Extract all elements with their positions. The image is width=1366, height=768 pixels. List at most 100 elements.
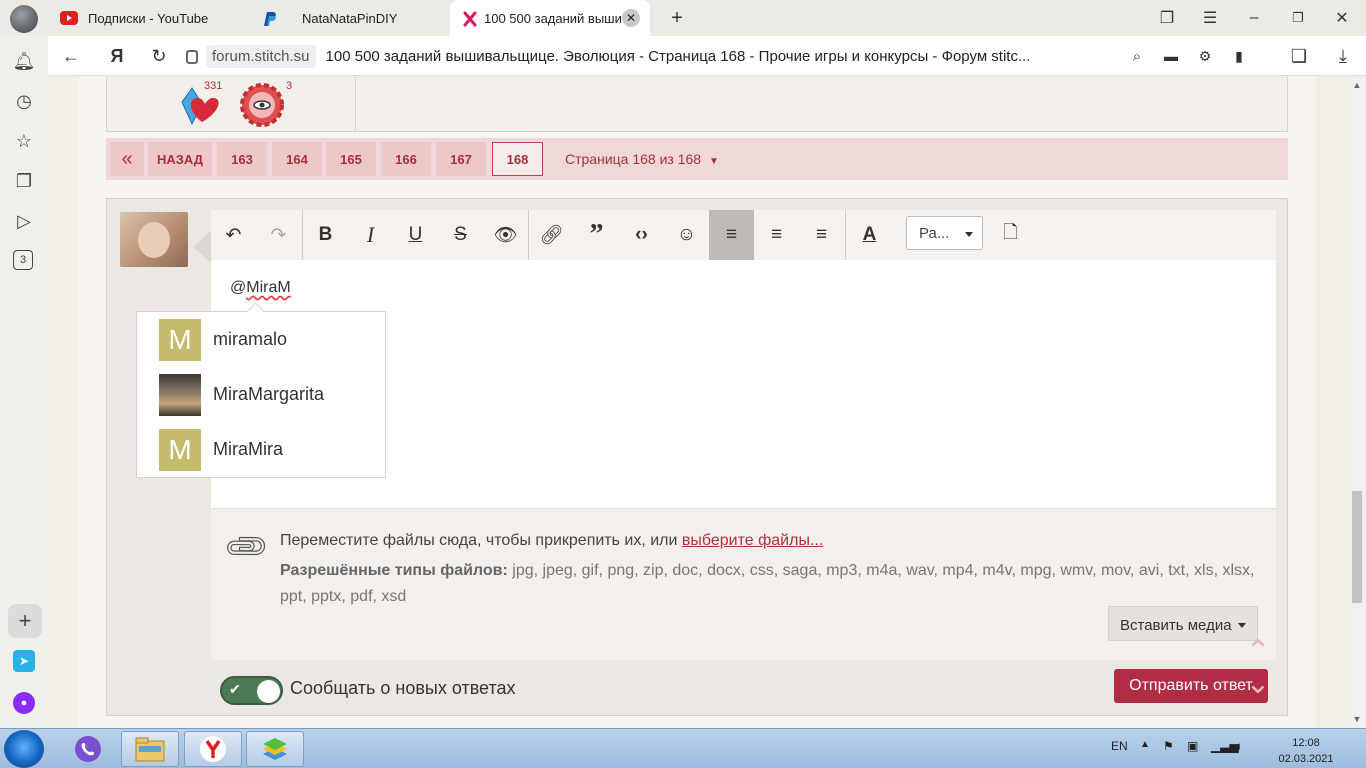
suggestion-username: MiraMira xyxy=(213,439,283,459)
profile-avatar[interactable] xyxy=(10,5,38,33)
notify-toggle[interactable]: ✔ xyxy=(220,676,283,705)
tab-label: Подписки - YouTube xyxy=(88,10,209,26)
list-item[interactable]: MiraMargarita xyxy=(137,367,385,422)
attachment-prompt-text: Переместите файлы сюда, чтобы прикрепить… xyxy=(280,532,682,549)
messenger-icon[interactable]: ➤ xyxy=(13,650,35,672)
downloads-icon[interactable]: ⤓ xyxy=(1332,45,1354,67)
first-page-button[interactable]: « xyxy=(110,142,144,176)
notify-label: Сообщать о новых ответах xyxy=(290,678,516,698)
system-clock[interactable]: 12:08 02.03.2021 xyxy=(1276,735,1336,767)
avatar[interactable] xyxy=(120,212,188,267)
page-scrollbar[interactable]: ▲ ▼ xyxy=(1348,77,1366,728)
video-play-icon[interactable]: ▷ xyxy=(13,210,35,232)
mention-query: MiraM xyxy=(246,279,291,296)
yandex-browser-taskbar-icon[interactable] xyxy=(184,731,242,767)
prev-page-button[interactable]: НАЗАД xyxy=(148,142,212,176)
reaction-heart[interactable]: 331 xyxy=(178,80,226,133)
yandex-logo-icon[interactable]: Я xyxy=(106,45,128,67)
action-center-flag-icon[interactable]: ⚑ xyxy=(1163,739,1174,753)
menu-icon[interactable]: ☰ xyxy=(1199,7,1221,29)
preview-eye-icon[interactable]: 👁︎ xyxy=(483,210,528,260)
scroll-thumb[interactable] xyxy=(1352,491,1362,603)
align-left-icon[interactable]: ≡ xyxy=(709,210,754,260)
blank-document-icon[interactable]: 🗋︎ xyxy=(988,210,1033,260)
close-window-button[interactable]: ✕ xyxy=(1331,7,1353,29)
clock-time: 12:08 xyxy=(1292,737,1320,749)
page-link-167[interactable]: 167 xyxy=(436,142,486,176)
tab-natanatapindiy[interactable]: NataNataPinDIY xyxy=(248,0,448,36)
scroll-up-arrow[interactable]: ▲ xyxy=(1352,80,1362,90)
align-right-icon[interactable]: ≡ xyxy=(799,210,844,260)
counter-badge-icon[interactable]: 3 xyxy=(13,250,33,270)
pagination: « НАЗАД 163 164 165 166 167 168 Страница… xyxy=(106,138,1288,180)
link-icon[interactable]: 🔗︎ xyxy=(529,210,574,260)
undo-icon[interactable]: ↶ xyxy=(211,210,256,260)
language-indicator[interactable]: EN xyxy=(1111,739,1128,753)
back-arrow-icon[interactable]: ← xyxy=(60,45,82,67)
page-link-current[interactable]: 168 xyxy=(492,142,543,176)
bluestacks-icon[interactable] xyxy=(246,731,304,767)
clock-date: 02.03.2021 xyxy=(1278,753,1334,765)
page-link-165[interactable]: 165 xyxy=(326,142,376,176)
volume-icon[interactable]: 🔈︎ xyxy=(1236,739,1243,754)
viber-icon[interactable] xyxy=(64,731,112,767)
reaction-gear[interactable]: 3 xyxy=(238,80,292,133)
mention-prefix: @ xyxy=(230,279,247,296)
suggestion-username: MiraMargarita xyxy=(213,384,325,404)
avatar xyxy=(159,374,201,416)
tab-label: NataNataPinDIY xyxy=(302,10,398,26)
history-clock-icon[interactable]: ◷ xyxy=(13,90,35,112)
text-color-icon[interactable]: A xyxy=(847,210,892,260)
start-button[interactable] xyxy=(4,730,44,768)
comment-icon[interactable]: ▬ xyxy=(1160,45,1182,67)
collections-icon[interactable]: ❐ xyxy=(13,170,35,192)
add-panel-button[interactable]: + xyxy=(8,604,42,638)
italic-button[interactable]: I xyxy=(348,210,393,260)
reaction-count: 331 xyxy=(204,80,223,92)
file-explorer-icon[interactable] xyxy=(121,731,179,767)
gear-eye-icon xyxy=(240,83,284,127)
reload-icon[interactable]: ↻ xyxy=(148,45,170,67)
redo-icon[interactable]: ↷ xyxy=(256,210,301,260)
reaction-count: 3 xyxy=(286,80,293,92)
strikethrough-button[interactable]: S xyxy=(438,210,483,260)
bookmarks-icon[interactable]: ❐ xyxy=(1156,7,1178,29)
scroll-top-chevron-icon[interactable]: ⌃ ⌄ xyxy=(1230,636,1286,706)
quote-icon[interactable]: ” xyxy=(574,210,619,260)
editor-content[interactable]: @MiraM xyxy=(230,279,291,297)
font-family-select[interactable]: Ра... xyxy=(906,216,983,250)
notifications-bell-icon[interactable]: 🔔︎ xyxy=(13,50,36,72)
network-signal-icon[interactable]: ▁▃▅ xyxy=(1211,739,1239,753)
address-bar: ← Я ↻ forum.stitch.su 100 500 заданий вы… xyxy=(48,36,1366,76)
smiley-icon[interactable]: ☺ xyxy=(664,210,709,260)
underline-button[interactable]: U xyxy=(393,210,438,260)
show-hidden-icons-arrow[interactable]: ▲ xyxy=(1140,739,1150,750)
align-center-icon[interactable]: ≡ xyxy=(754,210,799,260)
choose-files-link[interactable]: выберите файлы... xyxy=(682,532,823,549)
tab-youtube[interactable]: Подписки - YouTube xyxy=(48,0,248,36)
page-link-164[interactable]: 164 xyxy=(272,142,322,176)
new-tab-button[interactable]: + xyxy=(666,7,688,29)
list-item[interactable]: M MiraMira xyxy=(137,422,385,477)
page-jump-dropdown[interactable]: Страница 168 из 168 ▼ xyxy=(565,151,719,167)
collections-icon[interactable]: ❏ xyxy=(1288,45,1310,67)
bookmark-icon[interactable]: ▮ xyxy=(1228,45,1250,67)
extensions-icon[interactable]: ⚙ xyxy=(1194,45,1216,67)
page-link-163[interactable]: 163 xyxy=(217,142,267,176)
tab-forum-active[interactable]: 100 500 заданий выши ✕ xyxy=(450,0,650,36)
zoom-icon[interactable]: ⌕ xyxy=(1126,45,1148,67)
restore-button[interactable]: ❐ xyxy=(1287,7,1309,29)
favorites-star-icon[interactable]: ☆ xyxy=(13,130,35,152)
url-field[interactable]: forum.stitch.su 100 500 заданий вышиваль… xyxy=(186,43,1106,69)
bold-button[interactable]: B xyxy=(303,210,348,260)
device-icon[interactable]: ▣ xyxy=(1187,739,1198,753)
scroll-down-arrow[interactable]: ▼ xyxy=(1352,714,1362,724)
alice-assistant-icon[interactable]: ● xyxy=(13,692,35,714)
close-tab-icon[interactable]: ✕ xyxy=(622,9,640,27)
page-link-166[interactable]: 166 xyxy=(381,142,431,176)
code-icon[interactable]: ‹› xyxy=(619,210,664,260)
minimize-button[interactable]: – xyxy=(1243,7,1265,29)
avatar: M xyxy=(159,429,201,471)
lock-icon xyxy=(186,50,198,64)
list-item[interactable]: M miramalo xyxy=(137,312,385,367)
